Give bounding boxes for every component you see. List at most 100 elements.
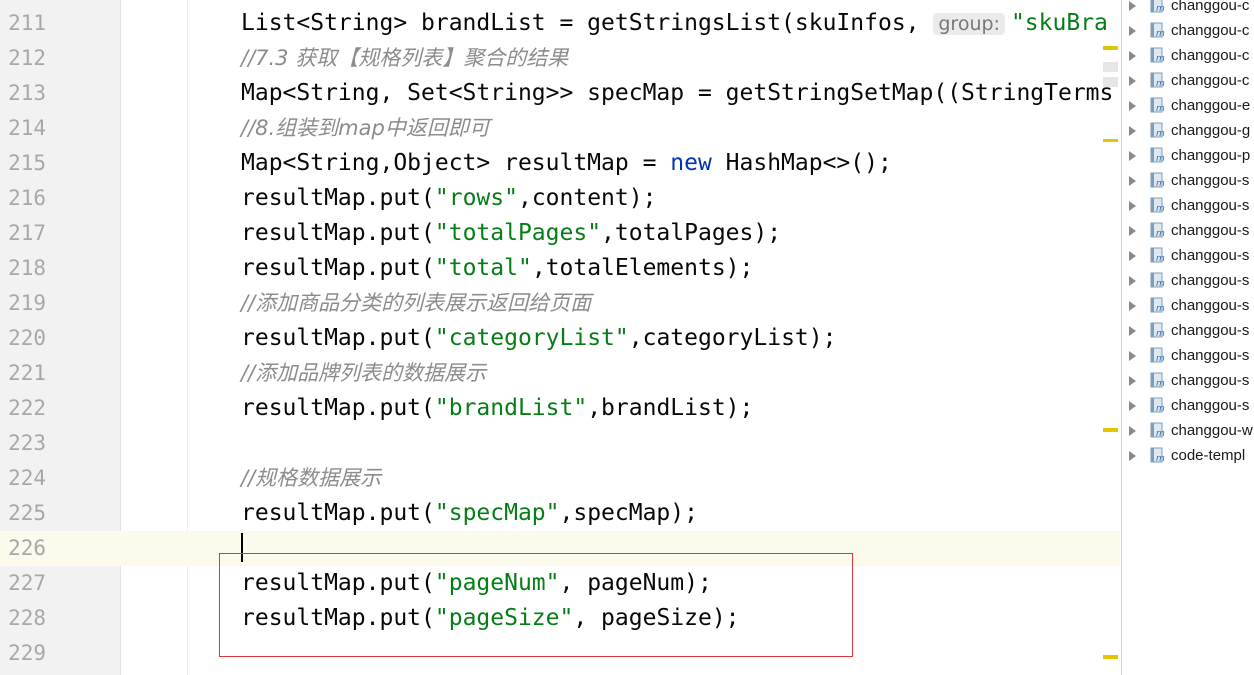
code-line[interactable]: 220 resultMap.put("categoryList",category… [0, 321, 1120, 356]
tree-item-module[interactable]: m changgou-s [1122, 393, 1254, 418]
expand-arrow-icon[interactable] [1129, 451, 1136, 461]
expand-arrow-icon[interactable] [1129, 301, 1136, 311]
line-number: 215 [8, 151, 46, 175]
expand-arrow-icon[interactable] [1129, 326, 1136, 336]
expand-arrow-icon[interactable] [1129, 276, 1136, 286]
tree-item-module[interactable]: m changgou-s [1122, 218, 1254, 243]
tree-item-module[interactable]: m changgou-s [1122, 343, 1254, 368]
tree-item-module[interactable]: m changgou-c [1122, 18, 1254, 43]
warning-marker[interactable] [1103, 139, 1118, 142]
maven-module-icon: m [1150, 122, 1165, 139]
keyword: new [670, 150, 712, 176]
maven-module-icon: m [1150, 247, 1165, 264]
tree-item-module[interactable]: m changgou-s [1122, 293, 1254, 318]
tree-item-module[interactable]: m changgou-e [1122, 93, 1254, 118]
svg-text:m: m [1156, 104, 1165, 114]
maven-module-icon: m [1150, 0, 1165, 14]
tree-item-module[interactable]: m changgou-s [1122, 193, 1254, 218]
code-line[interactable]: 223 [0, 426, 1120, 461]
info-marker[interactable] [1103, 62, 1118, 72]
expand-arrow-icon[interactable] [1129, 376, 1136, 386]
svg-text:m: m [1156, 279, 1165, 289]
code-line[interactable]: 215 Map<String,Object> resultMap = new Ha… [0, 146, 1120, 181]
code-text: Map<String, Set<String>> specMap = getSt… [241, 76, 1113, 111]
expand-arrow-icon[interactable] [1129, 226, 1136, 236]
tree-item-module[interactable]: m changgou-c [1122, 43, 1254, 68]
code-token: ,content); [517, 185, 657, 211]
line-number: 228 [8, 606, 46, 630]
code-line[interactable]: 219 //添加商品分类的列表展示返回给页面 [0, 286, 1120, 321]
line-number: 219 [8, 291, 46, 315]
expand-arrow-icon[interactable] [1129, 351, 1136, 361]
tree-item-module[interactable]: m code-templ [1122, 443, 1254, 468]
tree-item-module[interactable]: m changgou-s [1122, 368, 1254, 393]
expand-arrow-icon[interactable] [1129, 101, 1136, 111]
expand-arrow-icon[interactable] [1129, 426, 1136, 436]
tree-item-label: changgou-c [1171, 47, 1250, 64]
code-editor[interactable]: 211 List<String> brandList = getStringsLi… [0, 0, 1120, 675]
tree-item-module[interactable]: m changgou-s [1122, 168, 1254, 193]
code-line[interactable]: 224 //规格数据展示 [0, 461, 1120, 496]
maven-module-icon: m [1150, 372, 1165, 389]
maven-module-icon: m [1150, 97, 1165, 114]
code-line[interactable]: 217 resultMap.put("totalPages",totalPages… [0, 216, 1120, 251]
editor-scrollbar[interactable] [1104, 0, 1120, 675]
tree-item-module[interactable]: m changgou-g [1122, 118, 1254, 143]
code-text: //添加品牌列表的数据展示 [241, 356, 486, 391]
tree-item-module[interactable]: m changgou-c [1122, 0, 1254, 18]
code-text: //7.3 获取【规格列表】聚合的结果 [241, 41, 568, 76]
warning-marker[interactable] [1103, 428, 1118, 432]
code-text: resultMap.put("rows",content); [241, 181, 656, 216]
tree-item-module[interactable]: m changgou-c [1122, 68, 1254, 93]
tree-item-module[interactable]: m changgou-s [1122, 268, 1254, 293]
expand-arrow-icon[interactable] [1129, 51, 1136, 61]
code-text: List<String> brandList = getStringsList(… [241, 6, 1108, 42]
expand-arrow-icon[interactable] [1129, 76, 1136, 86]
code-line[interactable]: 216 resultMap.put("rows",content); [0, 181, 1120, 216]
code-line[interactable]: 213 Map<String, Set<String>> specMap = ge… [0, 76, 1120, 111]
tree-item-module[interactable]: m changgou-p [1122, 143, 1254, 168]
expand-arrow-icon[interactable] [1129, 251, 1136, 261]
svg-text:m: m [1156, 29, 1165, 39]
expand-arrow-icon[interactable] [1129, 176, 1136, 186]
maven-module-icon: m [1150, 397, 1165, 414]
maven-module-icon: m [1150, 322, 1165, 339]
tree-item-label: changgou-c [1171, 72, 1250, 89]
project-tree-panel[interactable]: m changgou-c m changgou-c m changgou-c m changg… [1121, 0, 1254, 675]
tree-item-label: changgou-s [1171, 222, 1250, 239]
expand-arrow-icon[interactable] [1129, 201, 1136, 211]
code-text: resultMap.put("brandList",brandList); [241, 391, 753, 426]
line-number: 221 [8, 361, 46, 385]
string-literal: "totalPages" [434, 220, 602, 246]
maven-module-icon: m [1150, 447, 1165, 464]
svg-text:m: m [1156, 254, 1165, 264]
tree-item-module[interactable]: m changgou-s [1122, 243, 1254, 268]
code-line[interactable]: 222 resultMap.put("brandList",brandList); [0, 391, 1120, 426]
expand-arrow-icon[interactable] [1129, 151, 1136, 161]
code-comment: //规格数据展示 [241, 466, 382, 490]
code-line[interactable]: 214 //8.组装到map中返回即可 [0, 111, 1120, 146]
expand-arrow-icon[interactable] [1129, 126, 1136, 136]
info-marker[interactable] [1103, 77, 1118, 87]
line-number: 214 [8, 116, 46, 140]
code-line[interactable]: 221 //添加品牌列表的数据展示 [0, 356, 1120, 391]
code-line[interactable]: 211 List<String> brandList = getStringsLi… [0, 6, 1120, 41]
warning-marker[interactable] [1103, 46, 1118, 50]
code-line[interactable]: 212 //7.3 获取【规格列表】聚合的结果 [0, 41, 1120, 76]
tree-item-label: code-templ [1171, 447, 1246, 464]
expand-arrow-icon[interactable] [1129, 401, 1136, 411]
code-line[interactable]: 225 resultMap.put("specMap",specMap); [0, 496, 1120, 531]
tree-item-label: changgou-s [1171, 272, 1250, 289]
expand-arrow-icon[interactable] [1129, 1, 1136, 11]
maven-module-icon: m [1150, 47, 1165, 64]
code-token: ,brandList); [587, 395, 754, 421]
tree-item-module[interactable]: m changgou-s [1122, 318, 1254, 343]
warning-marker[interactable] [1103, 655, 1118, 659]
expand-arrow-icon[interactable] [1129, 26, 1136, 36]
tree-item-module[interactable]: m changgou-w [1122, 418, 1254, 443]
code-line[interactable]: 218 resultMap.put("total",totalElements); [0, 251, 1120, 286]
tree-item-label: changgou-s [1171, 322, 1250, 339]
code-token: ,totalElements); [531, 255, 754, 281]
highlight-annotation-box [219, 553, 853, 657]
maven-module-icon: m [1150, 172, 1165, 189]
